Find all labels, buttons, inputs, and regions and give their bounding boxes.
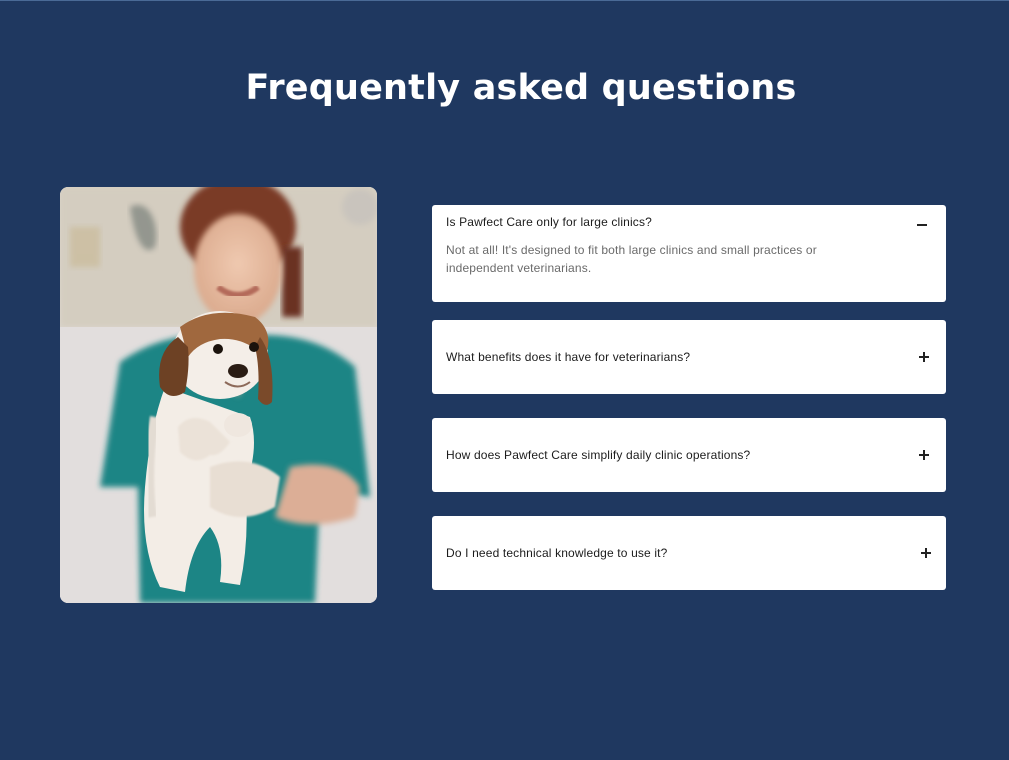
faq-question: What benefits does it have for veterinar… — [446, 350, 691, 364]
faq-item-3[interactable]: How does Pawfect Care simplify daily cli… — [432, 418, 946, 492]
faq-item-4[interactable]: Do I need technical knowledge to use it? — [432, 516, 946, 590]
plus-icon[interactable] — [919, 450, 929, 460]
plus-icon[interactable] — [919, 352, 929, 362]
page-title: Frequently asked questions — [245, 68, 797, 108]
faq-question: How does Pawfect Care simplify daily cli… — [446, 448, 751, 462]
faq-item-2[interactable]: What benefits does it have for veterinar… — [432, 320, 946, 394]
plus-icon[interactable] — [921, 548, 931, 558]
top-divider — [0, 0, 1009, 1]
faq-answer: Not at all! It's designed to fit both la… — [446, 243, 817, 275]
vet-puppy-photo — [60, 187, 377, 603]
faq-question: Is Pawfect Care only for large clinics? — [446, 215, 652, 229]
faq-question: Do I need technical knowledge to use it? — [446, 546, 668, 560]
faq-item-1[interactable]: Is Pawfect Care only for large clinics? … — [432, 205, 946, 302]
minus-icon[interactable] — [917, 220, 927, 230]
